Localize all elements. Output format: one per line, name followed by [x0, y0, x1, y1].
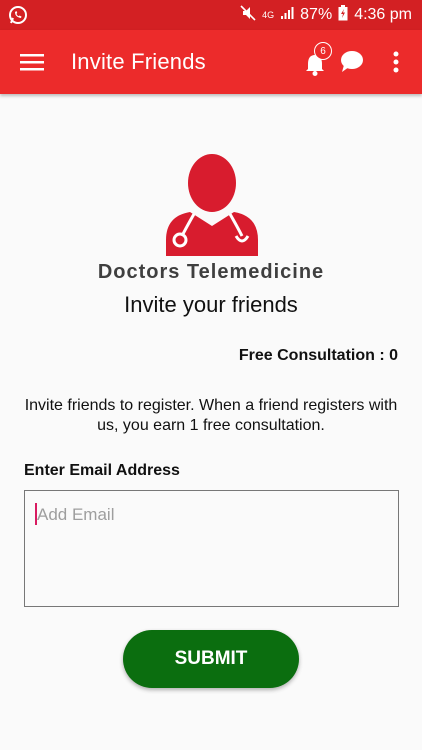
submit-button[interactable]: SUBMIT [123, 630, 299, 688]
more-options-button[interactable] [382, 44, 410, 80]
mute-icon [240, 4, 256, 26]
signal-icon [280, 6, 294, 25]
network-type: 4G [262, 9, 275, 20]
chat-button[interactable] [337, 44, 367, 80]
status-bar: 4G 87% 4:36 pm [0, 0, 422, 30]
notification-badge: 6 [314, 42, 332, 60]
battery-percent: 87% [300, 6, 333, 23]
menu-icon [20, 54, 44, 71]
app-bar: Invite Friends 6 [0, 30, 422, 94]
email-label: Enter Email Address [24, 462, 180, 479]
invite-heading: Invite your friends [124, 292, 298, 317]
doctor-icon [160, 150, 264, 256]
more-vert-icon [393, 51, 399, 73]
brand-name: Doctors Telemedicine [97, 261, 325, 283]
text-caret [35, 503, 37, 525]
free-consultation-count: Free Consultation : 0 [238, 347, 398, 364]
clock: 4:36 pm [354, 6, 412, 23]
email-input[interactable] [24, 490, 399, 607]
chat-icon [341, 51, 363, 72]
page-title: Invite Friends [71, 49, 206, 74]
whatsapp-icon [8, 5, 28, 25]
menu-button[interactable] [14, 44, 50, 80]
battery-charging-icon [338, 4, 348, 26]
invite-description: Invite friends to register. When a frien… [24, 397, 398, 434]
